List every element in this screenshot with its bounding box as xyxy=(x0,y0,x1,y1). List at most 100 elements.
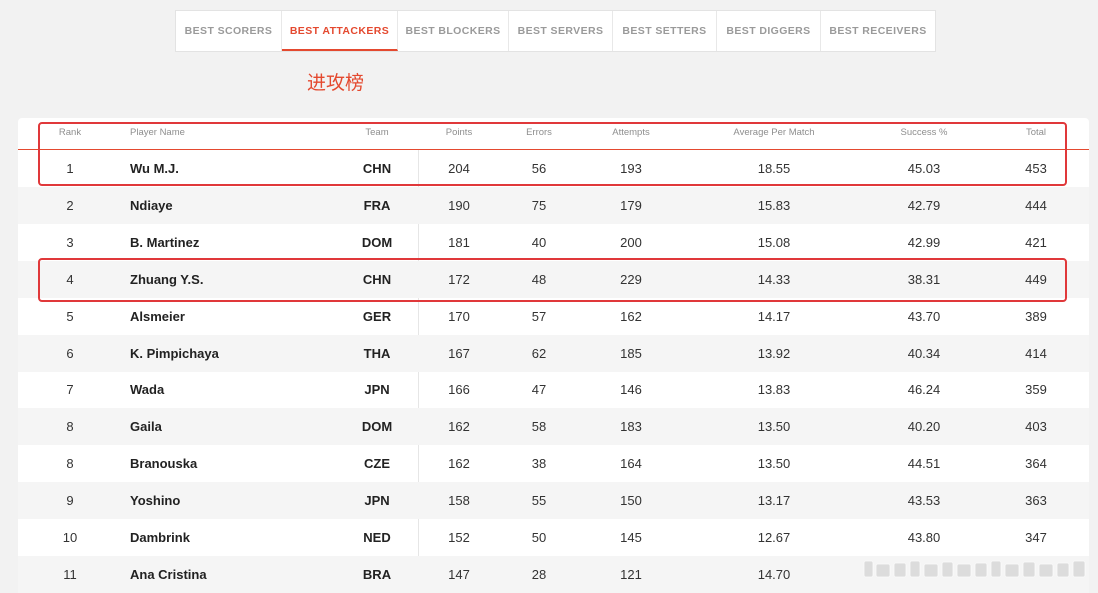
tab-best-servers[interactable]: BEST SERVERS xyxy=(509,11,613,51)
cell-avg: 18.55 xyxy=(757,161,791,176)
table-row[interactable]: 10 Dambrink NED 152 50 145 12.67 43.80 347 xyxy=(18,519,1089,556)
table-header: Rank Player Name Team Points Errors Atte… xyxy=(18,118,1089,150)
cell-rank: 5 xyxy=(66,308,74,324)
cell-attempts: 162 xyxy=(620,308,642,324)
cell-total: 414 xyxy=(1025,345,1047,361)
cell-errors: 58 xyxy=(531,419,547,435)
tab-best-setters[interactable]: BEST SETTERS xyxy=(613,11,717,51)
cell-success: 42.79 xyxy=(907,197,941,213)
cell-team: BRA xyxy=(362,566,392,582)
cell-total: 364 xyxy=(1025,456,1047,472)
header-points[interactable]: Points xyxy=(446,127,472,138)
cell-player: Gaila xyxy=(130,419,162,435)
cell-success: 38.31 xyxy=(907,271,941,287)
cell-rank: 8 xyxy=(66,456,74,472)
cell-avg: 13.92 xyxy=(757,345,791,361)
cell-team: NED xyxy=(363,530,391,545)
cell-points: 162 xyxy=(448,456,470,472)
cell-rank: 8 xyxy=(66,419,74,435)
watermark-logo xyxy=(863,560,1086,578)
table-row[interactable]: 1 Wu M.J. CHN 204 56 193 18.55 45.03 453 xyxy=(18,150,1089,187)
cell-errors: 56 xyxy=(531,161,547,176)
table-row[interactable]: 3 B. Martinez DOM 181 40 200 15.08 42.99 421 xyxy=(18,224,1089,261)
cell-errors: 47 xyxy=(531,382,547,398)
cell-player: Alsmeier xyxy=(130,308,185,324)
cell-rank: 10 xyxy=(62,530,78,545)
cell-rank: 1 xyxy=(66,161,74,176)
cell-attempts: 183 xyxy=(620,419,642,435)
cell-rank: 3 xyxy=(66,234,74,250)
cell-points: 162 xyxy=(448,419,470,435)
cell-avg: 15.08 xyxy=(757,234,791,250)
cell-team: DOM xyxy=(361,419,393,435)
tab-best-blockers[interactable]: BEST BLOCKERS xyxy=(398,11,509,51)
annotation-title: 进攻榜 xyxy=(307,72,365,94)
cell-rank: 11 xyxy=(63,566,77,582)
header-average-per-match[interactable]: Average Per Match xyxy=(733,127,814,138)
cell-attempts: 145 xyxy=(620,530,642,545)
cell-points: 167 xyxy=(448,345,470,361)
cell-attempts: 164 xyxy=(620,456,642,472)
cell-points: 204 xyxy=(448,161,470,176)
tab-best-receivers[interactable]: BEST RECEIVERS xyxy=(821,11,935,51)
cell-rank: 6 xyxy=(66,345,74,361)
table-row[interactable]: 8 Branouska CZE 162 38 164 13.50 44.51 364 xyxy=(18,445,1089,482)
cell-attempts: 150 xyxy=(620,493,642,509)
cell-success: 42.99 xyxy=(907,234,941,250)
cell-avg: 14.70 xyxy=(757,566,791,582)
cell-errors: 57 xyxy=(531,308,547,324)
cell-team: THA xyxy=(363,345,391,361)
table-row[interactable]: 6 K. Pimpichaya THA 167 62 185 13.92 40.34 414 xyxy=(18,334,1089,372)
header-player-name[interactable]: Player Name xyxy=(130,127,185,138)
cell-points: 147 xyxy=(448,566,470,582)
table-row[interactable]: 5 Alsmeier GER 170 57 162 14.17 43.70 389 xyxy=(18,298,1089,335)
cell-total: 363 xyxy=(1025,493,1047,509)
cell-attempts: 179 xyxy=(620,197,642,213)
cell-avg: 13.50 xyxy=(757,419,791,435)
cell-attempts: 185 xyxy=(620,345,642,361)
header-total[interactable]: Total xyxy=(1026,127,1046,138)
cell-player: Ndiaye xyxy=(130,197,173,213)
cell-success: 44.51 xyxy=(907,456,941,472)
cell-total: 359 xyxy=(1025,382,1047,398)
header-team[interactable]: Team xyxy=(365,127,388,138)
stats-category-tabs: BEST SCORERS BEST ATTACKERS BEST BLOCKERS B… xyxy=(175,10,936,52)
cell-total: 421 xyxy=(1025,234,1047,250)
header-errors[interactable]: Errors xyxy=(526,127,552,138)
cell-player: Ana Cristina xyxy=(130,566,207,582)
cell-success: 40.34 xyxy=(907,345,941,361)
table-row[interactable]: 4 Zhuang Y.S. CHN 172 48 229 14.33 38.31 449 xyxy=(18,260,1089,298)
cell-success: 43.53 xyxy=(907,493,941,509)
cell-avg: 14.17 xyxy=(757,308,791,324)
tab-best-diggers[interactable]: BEST DIGGERS xyxy=(717,11,821,51)
cell-team: CHN xyxy=(362,271,392,287)
cell-team: CHN xyxy=(362,161,392,176)
cell-errors: 28 xyxy=(531,566,547,582)
cell-total: 347 xyxy=(1025,530,1047,545)
cell-errors: 62 xyxy=(531,345,547,361)
cell-rank: 4 xyxy=(66,271,74,287)
cell-player: K. Pimpichaya xyxy=(130,345,219,361)
table-row[interactable]: 8 Gaila DOM 162 58 183 13.50 40.20 403 xyxy=(18,408,1089,446)
cell-rank: 2 xyxy=(66,197,74,213)
cell-total: 403 xyxy=(1025,419,1047,435)
table-row[interactable]: 2 Ndiaye FRA 190 75 179 15.83 42.79 444 xyxy=(18,186,1089,224)
cell-total: 444 xyxy=(1025,197,1047,213)
cell-team: FRA xyxy=(363,197,391,213)
cell-avg: 13.50 xyxy=(757,456,791,472)
cell-team: GER xyxy=(362,308,392,324)
cell-player: Yoshino xyxy=(130,493,181,509)
table-row[interactable]: 7 Wada JPN 166 47 146 13.83 46.24 359 xyxy=(18,371,1089,408)
cell-avg: 13.83 xyxy=(757,382,791,398)
header-success-percent[interactable]: Success % xyxy=(901,127,948,138)
cell-points: 172 xyxy=(448,271,470,287)
cell-player: Wada xyxy=(130,382,165,398)
header-rank[interactable]: Rank xyxy=(59,127,81,138)
cell-attempts: 200 xyxy=(620,234,642,250)
cell-total: 453 xyxy=(1025,161,1047,176)
header-attempts[interactable]: Attempts xyxy=(612,127,650,138)
table-row[interactable]: 9 Yoshino JPN 158 55 150 13.17 43.53 363 xyxy=(18,482,1089,520)
tab-best-scorers[interactable]: BEST SCORERS xyxy=(176,11,282,51)
attackers-table: Rank Player Name Team Points Errors Atte… xyxy=(18,118,1089,593)
tab-best-attackers[interactable]: BEST ATTACKERS xyxy=(282,11,398,51)
